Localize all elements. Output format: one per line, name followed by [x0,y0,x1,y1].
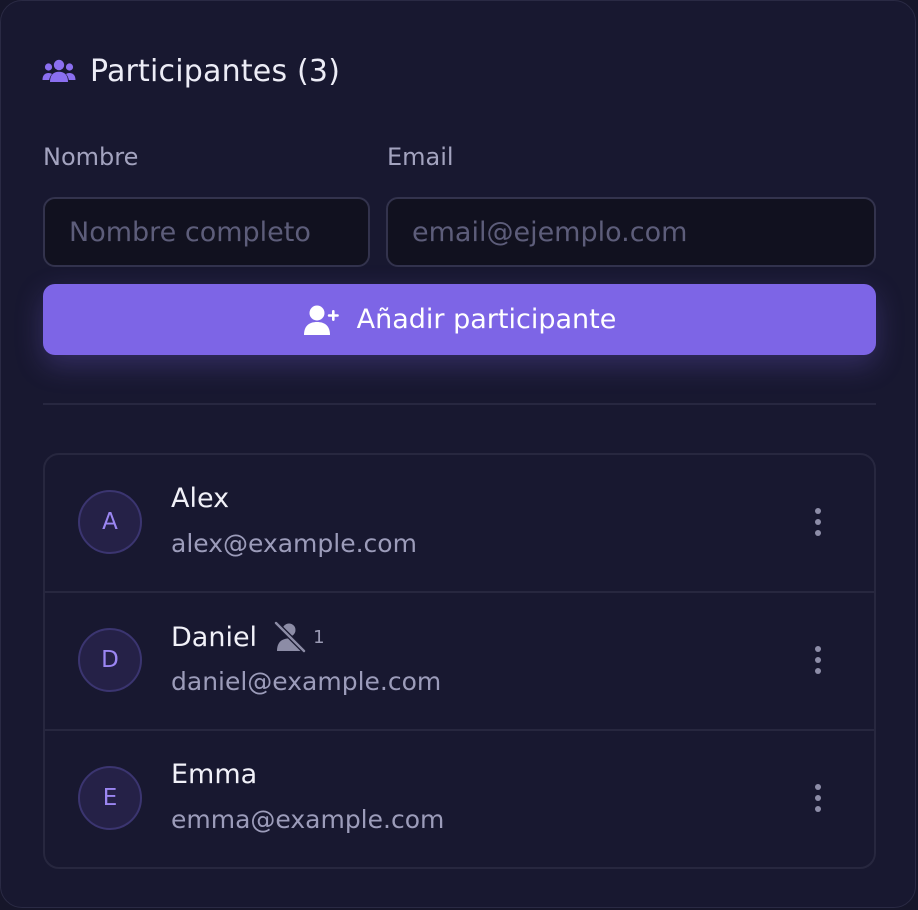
users-icon [42,59,76,82]
divider [43,403,876,405]
more-options-icon[interactable] [806,781,830,815]
exclusion-count: 1 [313,626,325,648]
participant-email: alex@example.com [171,529,417,558]
user-plus-icon [303,305,339,335]
avatar: E [78,766,142,830]
participant-name: Alex [171,483,229,514]
email-label: Email [387,143,454,171]
avatar: A [78,490,142,554]
page-title: Participantes (3) [90,53,341,89]
list-item: D Daniel 1 daniel@example.com [45,593,874,731]
avatar: D [78,628,142,692]
participant-list: A Alex alex@example.com D Daniel 1 danie… [43,453,876,869]
participants-panel: Participantes (3) Nombre Email Añadir pa… [0,0,916,908]
list-item: E Emma emma@example.com [45,731,874,867]
exclusion-badge: 1 [273,621,325,653]
participant-email: emma@example.com [171,805,445,834]
list-item: A Alex alex@example.com [45,455,874,593]
more-options-icon[interactable] [806,643,830,677]
participant-name: Emma [171,759,257,790]
add-participant-button[interactable]: Añadir participante [43,284,876,355]
user-slash-icon [274,621,306,653]
panel-header: Participantes (3) [42,53,340,89]
participant-name-text: Alex [171,483,230,514]
participant-name: Daniel 1 [171,621,325,653]
more-options-icon[interactable] [806,505,830,539]
name-input[interactable] [43,197,370,267]
participant-name-text: Emma [171,759,258,790]
participant-name-text: Daniel [171,621,258,653]
name-label: Nombre [43,143,139,171]
email-input[interactable] [386,197,876,267]
add-participant-label: Añadir participante [356,304,617,335]
participant-email: daniel@example.com [171,667,442,696]
